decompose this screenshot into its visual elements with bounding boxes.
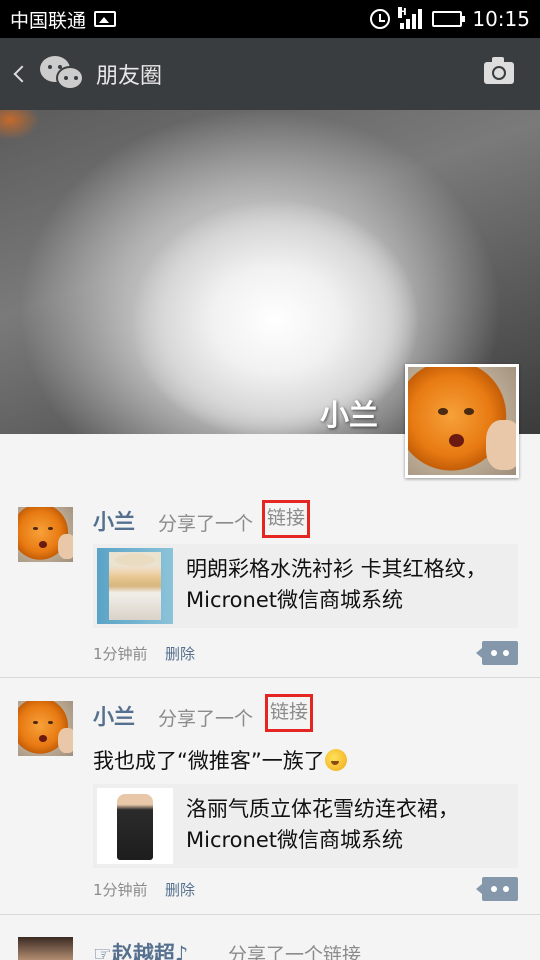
title-bar: 朋友圈 xyxy=(0,38,540,110)
camera-icon[interactable] xyxy=(484,57,514,84)
comment-button[interactable] xyxy=(476,641,518,665)
emoji-icon xyxy=(324,749,347,771)
post-action-text: 分享了一个链接 xyxy=(228,944,362,960)
clock: 10:15 xyxy=(472,7,530,31)
alarm-icon xyxy=(370,9,391,29)
link-title: 明朗彩格水洗衬衫 卡其红格纹，Micronet微信商城系统 xyxy=(186,557,487,612)
divider xyxy=(0,914,540,915)
link-thumbnail xyxy=(97,548,173,624)
link-thumbnail xyxy=(97,788,173,864)
link-title: 洛丽气质立体花雪纺连衣裙，Micronet微信商城系统 xyxy=(186,797,459,852)
link-word-highlight: 链接 xyxy=(262,500,311,538)
profile-name[interactable]: 小兰 xyxy=(320,392,378,434)
post-time: 1分钟前 xyxy=(93,881,148,899)
battery-icon xyxy=(432,11,466,27)
link-word-highlight: 链接 xyxy=(265,694,314,732)
signal-icon: H xyxy=(398,7,423,29)
delete-link[interactable]: 删除 xyxy=(165,879,195,900)
comment-button[interactable] xyxy=(476,877,518,901)
post-author[interactable]: 小兰 xyxy=(93,506,135,536)
post-time: 1分钟前 xyxy=(93,645,148,663)
carrier-name: 中国联通 xyxy=(10,9,87,32)
link-card[interactable]: 洛丽气质立体花雪纺连衣裙，Micronet微信商城系统 xyxy=(93,784,518,868)
link-card[interactable]: 明朗彩格水洗衬衫 卡其红格纹，Micronet微信商城系统 xyxy=(93,544,518,628)
post-author[interactable]: 小兰 xyxy=(93,701,135,731)
divider xyxy=(0,677,540,678)
back-icon[interactable] xyxy=(13,65,31,83)
status-bar: 中国联通 H 10:15 xyxy=(0,0,540,38)
profile-avatar[interactable] xyxy=(405,364,519,478)
post-avatar[interactable] xyxy=(18,937,73,960)
wechat-icon[interactable] xyxy=(40,54,86,94)
post-avatar[interactable] xyxy=(18,701,73,756)
delete-link[interactable]: 删除 xyxy=(165,643,195,664)
page-title: 朋友圈 xyxy=(96,64,163,89)
status-icons: H 10:15 xyxy=(370,0,530,38)
post-action-text: 分享了一个 xyxy=(158,708,254,730)
image-icon xyxy=(94,11,117,27)
post-action-text: 分享了一个 xyxy=(158,513,254,535)
post-avatar[interactable] xyxy=(18,507,73,562)
post-author[interactable]: ☞赵越超♪ xyxy=(93,938,188,960)
post-text: 我也成了“微推客”一族了 xyxy=(93,745,347,775)
